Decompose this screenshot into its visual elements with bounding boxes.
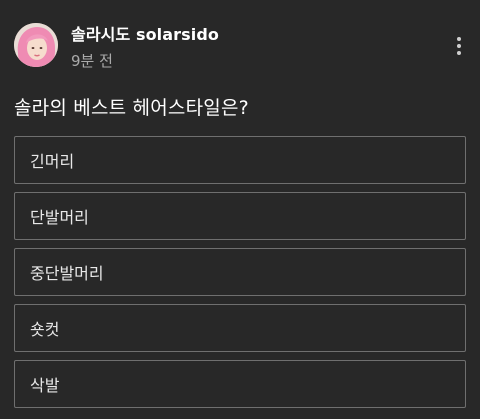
poll-question: 솔라의 베스트 헤어스타일은? bbox=[14, 97, 249, 119]
avatar-image bbox=[14, 23, 58, 67]
post-time: 9분 전 bbox=[71, 52, 113, 70]
poll-option-2[interactable]: 단발머리 bbox=[14, 192, 466, 240]
channel-name[interactable]: 솔라시도 solarsido bbox=[71, 21, 219, 45]
poll-option-4[interactable]: 숏컷 bbox=[14, 304, 466, 352]
community-post: 솔라시도 solarsido 9분 전 솔라의 베스트 헤어스타일은? 긴머리 … bbox=[0, 0, 480, 419]
more-dot bbox=[457, 51, 461, 55]
more-dot bbox=[457, 44, 461, 48]
poll-option-1[interactable]: 긴머리 bbox=[14, 136, 466, 184]
poll-option-5[interactable]: 삭발 bbox=[14, 360, 466, 408]
poll-option-3[interactable]: 중단발머리 bbox=[14, 248, 466, 296]
more-dot bbox=[457, 37, 461, 41]
poll-options: 긴머리 단발머리 중단발머리 숏컷 삭발 bbox=[14, 136, 466, 416]
post-header: 솔라시도 solarsido 9분 전 bbox=[14, 20, 466, 72]
more-vertical-icon[interactable] bbox=[448, 32, 470, 60]
channel-avatar[interactable] bbox=[14, 23, 58, 67]
